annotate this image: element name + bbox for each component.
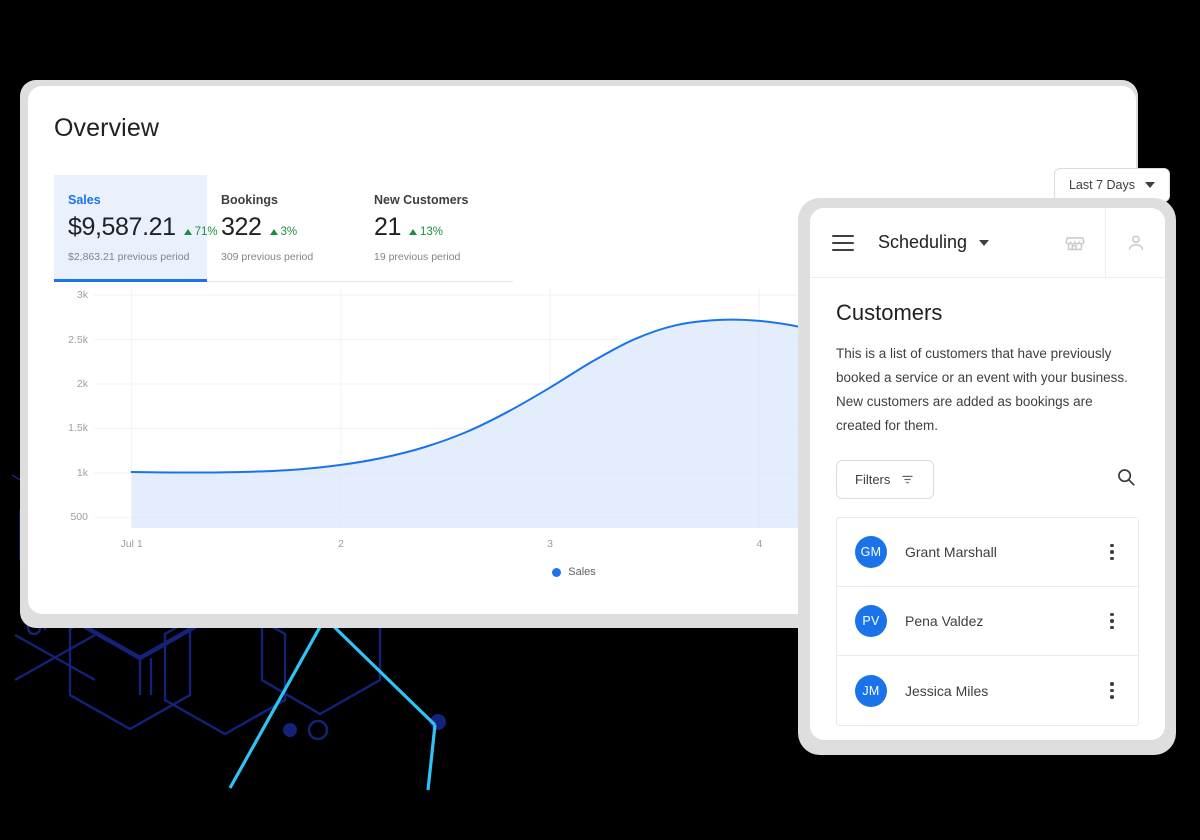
- filters-button[interactable]: Filters: [836, 460, 935, 499]
- legend-label: Sales: [568, 566, 596, 578]
- search-icon[interactable]: [1115, 466, 1137, 493]
- legend-color-swatch: [552, 567, 562, 577]
- metric-card-sales[interactable]: Sales $9,587.21 71% $2,863.21 previous p…: [54, 175, 218, 282]
- panel-app-title: Scheduling: [878, 232, 968, 252]
- storefront-icon[interactable]: [1045, 208, 1105, 278]
- metric-cards: Sales $9,587.21 71% $2,863.21 previous p…: [54, 175, 513, 282]
- metric-label: Bookings: [221, 193, 278, 207]
- trend-up-icon: [409, 229, 418, 235]
- more-vertical-icon[interactable]: [1102, 543, 1122, 561]
- date-range-select[interactable]: Last 7 Days: [1053, 168, 1170, 202]
- customer-list-item[interactable]: JM Jessica Miles: [837, 656, 1138, 725]
- avatar: JM: [855, 674, 887, 707]
- customer-name: Jessica Miles: [905, 682, 989, 699]
- chevron-down-icon[interactable]: [979, 239, 990, 246]
- metric-previous: 19 previous period: [374, 251, 461, 263]
- metric-delta: 13%: [409, 226, 443, 238]
- chart-y-axis: 3k 2.5k 2k 1.5k 1k 500: [54, 288, 88, 528]
- metric-card-bookings[interactable]: Bookings 322 3% 309 previous period: [207, 175, 360, 282]
- page-title: Overview: [54, 114, 159, 142]
- panel-toolbar: Filters: [836, 460, 1139, 499]
- customer-list-item[interactable]: GM Grant Marshall: [837, 518, 1138, 587]
- x-axis-tick-label: 4: [756, 538, 763, 550]
- metric-delta: 3%: [269, 226, 298, 238]
- avatar: GM: [855, 536, 887, 568]
- x-axis-tick-label: 2: [337, 538, 344, 550]
- customers-list: GM Grant Marshall PV Pena Valdez JM Jessica M…: [836, 517, 1139, 726]
- avatar: PV: [855, 605, 887, 637]
- metric-value: $9,587.21: [68, 213, 176, 241]
- metric-label: Sales: [68, 193, 101, 207]
- more-vertical-icon[interactable]: [1102, 682, 1122, 699]
- metric-value: 322: [221, 213, 262, 241]
- panel-description: This is a list of customers that have pr…: [836, 346, 1128, 433]
- metric-previous: $2,863.21 previous period: [68, 251, 190, 263]
- metric-previous: 309 previous period: [221, 251, 314, 263]
- metric-value: 21: [374, 213, 402, 241]
- metric-delta-value: 3%: [280, 226, 298, 238]
- customer-name: Grant Marshall: [905, 544, 997, 560]
- panel-heading: Customers: [836, 300, 943, 325]
- filter-tune-icon: [902, 475, 913, 484]
- account-person-icon[interactable]: [1105, 208, 1165, 278]
- x-axis-tick-label: 3: [547, 538, 553, 550]
- y-axis-tick-label: 3k: [76, 289, 88, 302]
- customer-name: Pena Valdez: [905, 613, 984, 629]
- metric-card-new-customers[interactable]: New Customers 21 13% 19 previous period: [360, 175, 513, 282]
- metric-label: New Customers: [374, 193, 469, 207]
- more-vertical-icon[interactable]: [1102, 612, 1122, 630]
- trend-up-icon: [269, 229, 278, 235]
- metric-delta-value: 13%: [420, 226, 444, 238]
- y-axis-tick-label: 2k: [76, 378, 88, 390]
- y-axis-tick-label: 1k: [76, 466, 88, 479]
- phone-screen: Scheduling Customers This is a list of c…: [810, 208, 1165, 740]
- panel-header: Scheduling: [810, 208, 1165, 278]
- screenshot-stage: Overview Last 7 Days Sales $9,587.21 71%…: [0, 0, 1200, 840]
- y-axis-tick-label: 500: [70, 511, 88, 524]
- x-axis-tick-label: Jul 1: [120, 538, 143, 550]
- filters-button-label: Filters: [855, 472, 891, 487]
- y-axis-tick-label: 1.5k: [68, 422, 88, 435]
- y-axis-tick-label: 2.5k: [68, 333, 88, 346]
- trend-up-icon: [183, 229, 192, 235]
- hamburger-menu-icon[interactable]: [832, 234, 854, 251]
- customer-list-item[interactable]: PV Pena Valdez: [837, 587, 1138, 656]
- chevron-down-icon: [1145, 182, 1155, 188]
- date-range-label: Last 7 Days: [1068, 178, 1135, 192]
